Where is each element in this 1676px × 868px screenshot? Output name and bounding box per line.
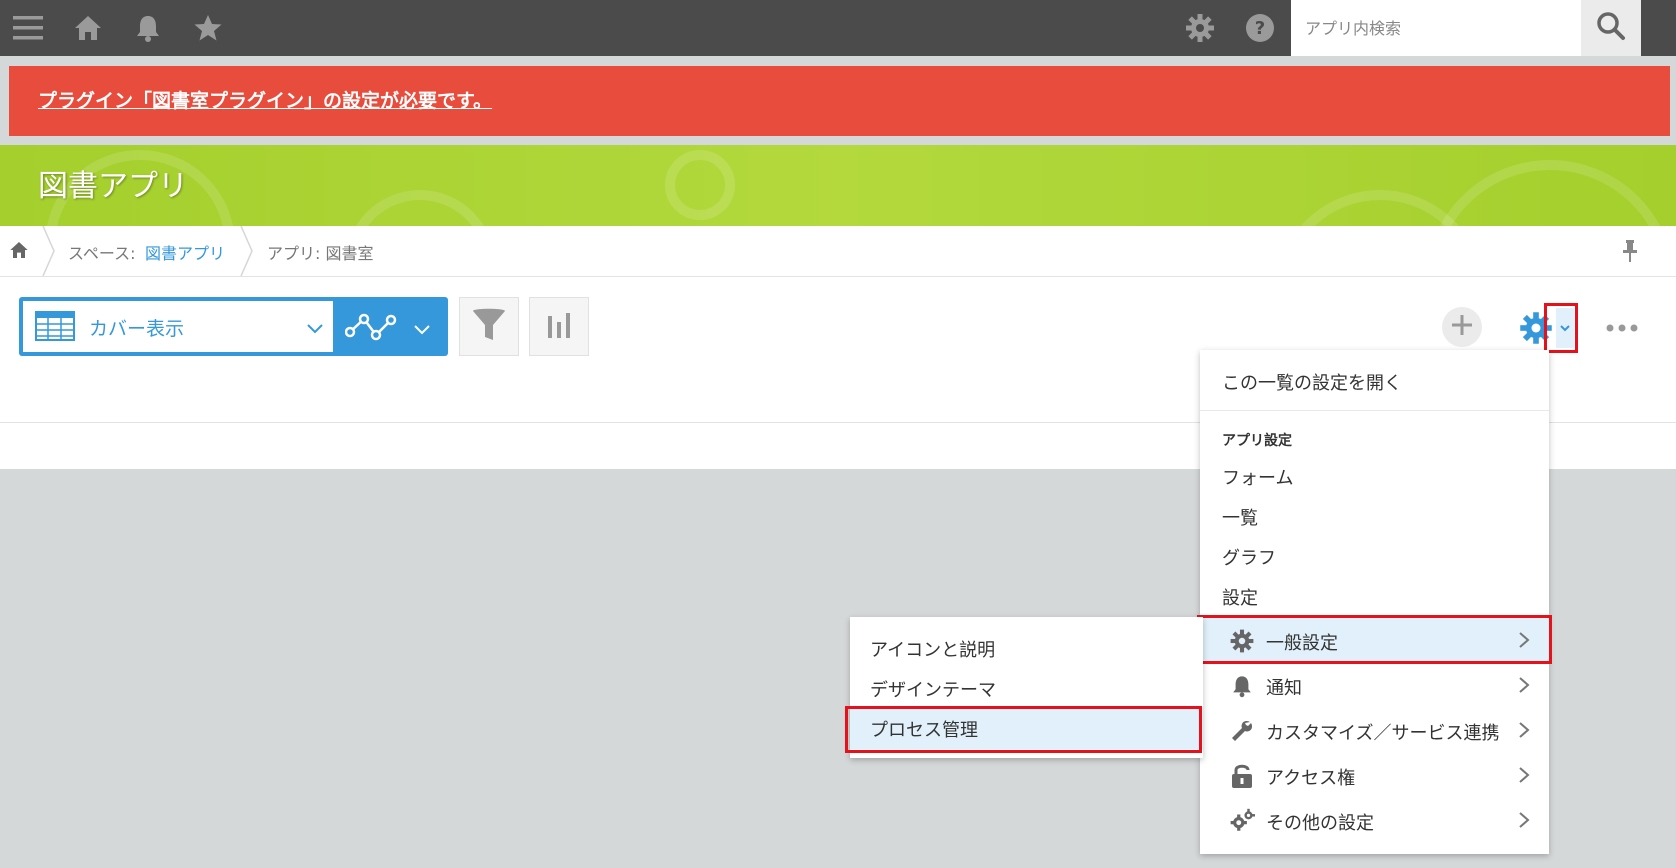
menu-item-other-settings[interactable]: その他の設定 xyxy=(1200,798,1549,842)
menu-item-settings[interactable]: 設定 xyxy=(1222,584,1258,610)
graph-selector[interactable] xyxy=(337,297,448,356)
menu-item-list[interactable]: 一覧 xyxy=(1222,504,1258,530)
menu-item-graph[interactable]: グラフ xyxy=(1222,544,1276,570)
view-name: カバー表示 xyxy=(89,318,185,340)
breadcrumb: スペース: 図書アプリ アプリ: 図書室 xyxy=(0,226,1676,277)
add-record-button[interactable] xyxy=(1442,307,1482,347)
svg-text:?: ? xyxy=(1255,18,1265,39)
pin-icon[interactable] xyxy=(1620,239,1640,267)
annotation-highlight xyxy=(845,706,1202,753)
search-input[interactable] xyxy=(1303,14,1607,42)
search-icon xyxy=(1596,11,1626,45)
settings-dropdown-menu: この一覧の設定を開く アプリ設定 フォーム 一覧 グラフ 設定 一般設定 通知 … xyxy=(1200,350,1549,854)
breadcrumb-separator xyxy=(42,226,55,276)
annotation-highlight xyxy=(1197,615,1552,664)
bell-icon xyxy=(1229,673,1255,699)
more-options-icon[interactable] xyxy=(1604,313,1640,347)
chevron-right-icon xyxy=(1519,722,1530,738)
star-icon[interactable] xyxy=(188,8,228,48)
annotation-highlight xyxy=(1544,303,1578,353)
gear-icon[interactable] xyxy=(1180,8,1220,48)
filter-icon xyxy=(472,307,506,347)
view-selector: カバー表示 xyxy=(19,297,448,356)
chevron-down-icon xyxy=(306,320,324,339)
home-icon[interactable] xyxy=(68,8,108,48)
menu-item-label: その他の設定 xyxy=(1266,813,1374,834)
filter-button[interactable] xyxy=(459,297,519,356)
gears-icon xyxy=(1229,808,1255,834)
bell-icon[interactable] xyxy=(128,8,168,48)
menu-item-access[interactable]: アクセス権 xyxy=(1200,753,1549,797)
table-icon xyxy=(35,311,75,345)
plus-icon xyxy=(1450,313,1474,341)
menu-item-label: アクセス権 xyxy=(1266,768,1356,789)
menu-item-customize[interactable]: カスタマイズ／サービス連携 xyxy=(1200,708,1549,752)
graph-button[interactable] xyxy=(529,297,589,356)
top-bar: ? xyxy=(0,0,1676,56)
search-box xyxy=(1291,0,1641,56)
menu-item-label: カスタマイズ／サービス連携 xyxy=(1266,723,1500,744)
menu-item-notifications[interactable]: 通知 xyxy=(1200,663,1549,707)
search-button[interactable] xyxy=(1581,0,1641,56)
breadcrumb-app: アプリ: 図書室 xyxy=(267,244,374,263)
menu-icon[interactable] xyxy=(8,8,48,48)
breadcrumb-space-prefix: スペース: xyxy=(68,244,136,263)
page-title: 図書アプリ xyxy=(38,169,188,204)
menu-item-form[interactable]: フォーム xyxy=(1222,464,1293,490)
breadcrumb-home-icon[interactable] xyxy=(9,240,29,264)
breadcrumb-separator xyxy=(240,226,253,276)
header-pattern xyxy=(46,150,1661,226)
menu-item-label: 通知 xyxy=(1266,678,1302,699)
menu-divider xyxy=(1200,410,1549,411)
chevron-right-icon xyxy=(1519,767,1530,783)
plugin-settings-alert: プラグイン「図書室プラグイン」の設定が必要です。 xyxy=(9,66,1670,136)
view-dropdown[interactable]: カバー表示 xyxy=(23,301,333,352)
chevron-down-icon xyxy=(413,321,431,340)
breadcrumb-space-link[interactable]: 図書アプリ xyxy=(145,240,225,264)
app-header: 図書アプリ xyxy=(0,145,1676,226)
submenu-item-icon-description[interactable]: アイコンと説明 xyxy=(870,636,995,662)
submenu-item-design-theme[interactable]: デザインテーマ xyxy=(870,676,996,702)
lock-icon xyxy=(1229,763,1255,789)
chevron-right-icon xyxy=(1519,677,1530,693)
bar-chart-icon xyxy=(544,310,574,344)
help-icon[interactable]: ? xyxy=(1240,8,1280,48)
open-view-settings-item[interactable]: この一覧の設定を開く xyxy=(1222,369,1402,395)
graph-line-icon xyxy=(344,312,397,346)
chevron-right-icon xyxy=(1519,812,1530,828)
wrench-icon xyxy=(1229,718,1255,744)
alert-link[interactable]: プラグイン「図書室プラグイン」の設定が必要です。 xyxy=(38,86,492,113)
app-settings-heading: アプリ設定 xyxy=(1222,433,1292,449)
